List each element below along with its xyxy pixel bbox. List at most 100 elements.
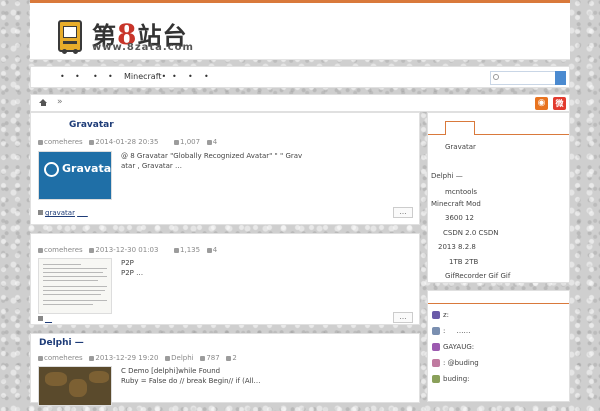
sidebar-post-link[interactable]: 2013 8.2.8 <box>438 243 476 251</box>
rss-icon[interactable]: ◉ <box>535 97 548 110</box>
tab-recent[interactable] <box>445 121 475 135</box>
post-author[interactable]: comeheres <box>44 138 83 146</box>
post-author[interactable]: comeheres <box>44 246 83 254</box>
views-icon <box>174 247 180 253</box>
folder-icon <box>165 355 171 361</box>
nav-item-8[interactable]: • <box>204 72 209 81</box>
search-icon <box>493 74 499 80</box>
post-date: 2013-12-30 01:03 <box>95 246 159 254</box>
gravatar-logo-icon <box>44 162 59 177</box>
calendar-icon <box>89 247 95 253</box>
thumbnail-text: Gravatar <box>62 162 117 175</box>
post-meta: comeheres 2013-12-29 19:20 Delphi 787 2 <box>38 354 237 362</box>
avatar <box>432 343 440 351</box>
sidebar-post-link[interactable]: Gravatar <box>445 143 476 151</box>
home-icon[interactable] <box>39 99 47 106</box>
comment-item[interactable]: : …… <box>432 327 471 335</box>
search-button[interactable] <box>555 71 566 85</box>
bus-logo-icon[interactable] <box>58 20 82 54</box>
post-card: comeheres 2013-12-30 01:03 1,135 4 P2P P… <box>30 233 420 325</box>
post-comments[interactable]: 2 <box>232 354 236 362</box>
post-comments[interactable]: 4 <box>213 246 217 254</box>
comment-author[interactable]: z: <box>443 311 449 319</box>
post-excerpt: P2P P2P … <box>121 258 143 278</box>
nav-item-7[interactable]: • <box>188 72 193 81</box>
post-excerpt: @ 8 Gravatar "Globally Recognized Avatar… <box>121 151 302 171</box>
read-more-button[interactable]: … <box>393 312 413 323</box>
post-thumbnail[interactable]: Gravatar <box>38 151 117 200</box>
excerpt-line: C Demo [delphi]while Found <box>121 367 221 375</box>
post-author[interactable]: comeheres <box>44 354 83 362</box>
user-icon <box>38 139 43 145</box>
post-category[interactable]: Delphi <box>171 354 193 362</box>
comment-author[interactable]: : <box>443 327 445 335</box>
comment-author[interactable]: buding: <box>443 375 470 383</box>
sidebar-post-link[interactable]: GifRecorder Gif Gif <box>445 272 510 280</box>
comment-item[interactable]: : @buding <box>432 359 479 367</box>
post-title[interactable]: Gravatar <box>69 120 114 130</box>
sidebar-post-link[interactable]: Delphi — <box>431 172 463 180</box>
user-icon <box>38 355 43 361</box>
comment-author[interactable]: GAYAUG: <box>443 343 474 351</box>
post-excerpt: C Demo [delphi]while Found Ruby = False … <box>121 366 261 386</box>
nav-item-3[interactable]: • <box>93 72 98 81</box>
sidebar-post-link[interactable]: 1TB 2TB <box>449 258 478 266</box>
post-tags: gravatar ___ <box>38 209 88 217</box>
avatar <box>432 359 440 367</box>
avatar <box>432 311 440 319</box>
site-header: 第8站台 www.8zata.com <box>30 3 570 60</box>
weibo-icon[interactable]: 微 <box>553 97 566 110</box>
recent-comments-widget: z: : …… GAYAUG: : @buding buding: <box>427 290 570 402</box>
nav-item-4[interactable]: • <box>108 72 113 81</box>
search-box[interactable] <box>490 71 566 85</box>
site-url: www.8zata.com <box>92 42 194 53</box>
comment-item[interactable]: buding: <box>432 375 470 383</box>
excerpt-line: atar , Gravatar … <box>121 162 183 170</box>
widget-underline <box>428 303 569 304</box>
breadcrumb-separator: » <box>57 97 63 107</box>
comment-item[interactable]: z: <box>432 311 449 319</box>
comment-author[interactable]: : @buding <box>443 359 479 367</box>
nav-item-2[interactable]: • <box>75 72 80 81</box>
post-comments[interactable]: 4 <box>213 138 217 146</box>
post-meta: comeheres 2014-01-28 20:35 1,007 4 <box>38 138 217 146</box>
sidebar: Gravatar Delphi — mcntools Minecraft Mod… <box>427 112 570 409</box>
post-date: 2014-01-28 20:35 <box>95 138 159 146</box>
tag-link[interactable]: gravatar <box>45 209 75 217</box>
main-nav: • • • • Minecraft• • • • <box>30 66 570 88</box>
avatar <box>432 375 440 383</box>
post-meta: comeheres 2013-12-30 01:03 1,135 4 <box>38 246 217 254</box>
post-tags: __ <box>38 315 52 323</box>
views-icon <box>200 355 206 361</box>
calendar-icon <box>89 355 95 361</box>
comment-icon <box>206 139 212 145</box>
post-card: Delphi — comeheres 2013-12-29 19:20 Delp… <box>30 333 420 406</box>
tag-link[interactable]: ___ <box>77 209 88 217</box>
sidebar-post-link[interactable]: Minecraft Mod <box>431 200 481 208</box>
read-more-button[interactable]: … <box>393 207 413 218</box>
user-icon <box>38 247 43 253</box>
post-title[interactable]: Delphi — <box>39 338 84 348</box>
comment-text: …… <box>456 327 471 335</box>
nav-item-minecraft[interactable]: Minecraft• <box>124 72 166 81</box>
post-views: 1,007 <box>180 138 201 146</box>
post-card: Gravatar comeheres 2014-01-28 20:35 1,00… <box>30 112 420 225</box>
post-thumbnail[interactable] <box>38 366 112 406</box>
sidebar-post-link[interactable]: CSDN 2.0 CSDN <box>443 229 499 237</box>
post-list: Gravatar comeheres 2014-01-28 20:35 1,00… <box>30 112 420 411</box>
comment-item[interactable]: GAYAUG: <box>432 343 474 351</box>
page-wrapper: 第8站台 www.8zata.com • • • • Minecraft• • … <box>30 0 570 406</box>
nav-item-1[interactable]: • <box>60 72 65 81</box>
post-date: 2013-12-29 19:20 <box>95 354 159 362</box>
comment-icon <box>206 247 212 253</box>
sidebar-post-link[interactable]: mcntools <box>445 188 477 196</box>
post-thumbnail[interactable] <box>38 258 112 314</box>
excerpt-line: P2P … <box>121 269 144 277</box>
nav-item-6[interactable]: • <box>172 72 177 81</box>
excerpt-line: Ruby = False do // break Begin// if (All… <box>121 377 261 385</box>
views-icon <box>174 139 180 145</box>
breadcrumb: » ◉ 微 <box>30 94 570 112</box>
post-views: 787 <box>206 354 220 362</box>
tag-link[interactable]: __ <box>45 315 52 323</box>
sidebar-post-link[interactable]: 3600 12 <box>445 214 474 222</box>
